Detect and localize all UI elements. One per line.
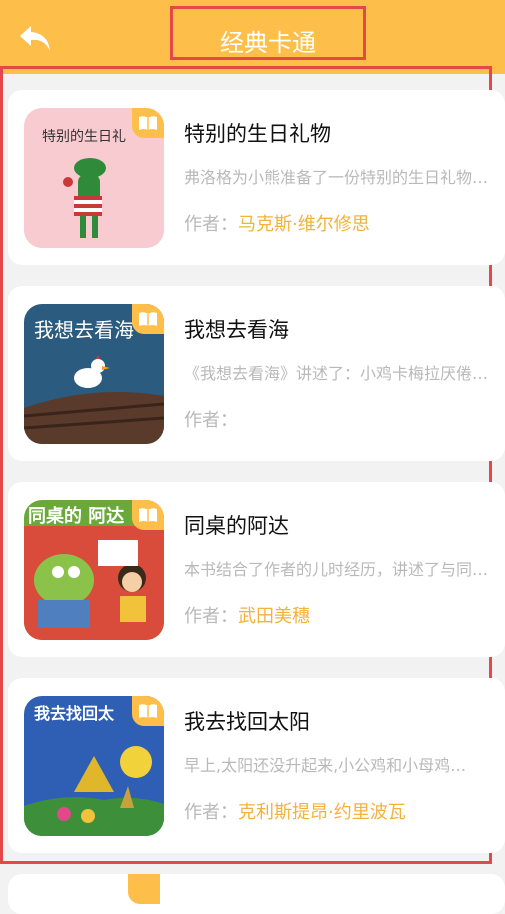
book-badge — [132, 108, 164, 138]
book-cover: 同桌的 阿达 — [24, 500, 164, 640]
book-title: 我去找回太阳 — [184, 710, 310, 734]
page-title: 经典卡通 — [220, 29, 316, 57]
book-cover: 特别的生日礼 — [24, 108, 164, 248]
book-badge — [132, 304, 164, 334]
book-badge — [132, 500, 164, 530]
book-description: 弗洛格为小熊准备了一份特别的生日礼物… — [184, 168, 489, 187]
book-author: 作者：克利斯提昂·约里波瓦 — [184, 798, 406, 824]
page-title-highlight: 经典卡通 — [170, 6, 366, 60]
top-bar: 经典卡通 — [0, 0, 505, 74]
book-card[interactable]: 我想去看海 我想去看海 《我想去看海》讲述了：小鸡卡梅拉厌倦了… 作者： — [8, 286, 505, 461]
book-card[interactable] — [8, 874, 505, 914]
book-card[interactable]: 同桌的 阿达 同桌的阿达 本书结合了作者的儿时经历，讲述了与同桌… 作者：武田美… — [8, 482, 505, 657]
book-author: 作者：马克斯·维尔修思 — [184, 210, 370, 236]
author-name: 克利斯提昂·约里波瓦 — [238, 802, 406, 823]
book-title: 我想去看海 — [184, 318, 289, 342]
book-description: 本书结合了作者的儿时经历，讲述了与同桌… — [184, 560, 494, 579]
author-label: 作者： — [184, 802, 238, 823]
author-label: 作者： — [184, 410, 238, 431]
book-card[interactable]: 我去找回太 我去找回太阳 早上,太阳还没升起来,小公鸡和小母鸡… 作者：克利斯提… — [8, 678, 505, 853]
author-label: 作者： — [184, 214, 238, 235]
book-title: 特别的生日礼物 — [184, 122, 331, 146]
book-icon — [139, 312, 157, 326]
author-name: 马克斯·维尔修思 — [238, 214, 370, 235]
book-card[interactable]: 特别的生日礼 特别的生日礼物 弗洛格为小熊准备了一份特别的生日礼物… 作者：马克… — [8, 90, 505, 265]
book-description: 《我想去看海》讲述了：小鸡卡梅拉厌倦了… — [184, 364, 494, 383]
book-author: 作者： — [184, 406, 238, 432]
book-cover: 我想去看海 — [24, 304, 164, 444]
book-icon — [139, 508, 157, 522]
book-badge — [132, 696, 164, 726]
back-arrow-icon[interactable] — [18, 24, 52, 54]
book-author: 作者：武田美穗 — [184, 602, 310, 628]
book-cover: 我去找回太 — [24, 696, 164, 836]
book-icon — [139, 704, 157, 718]
book-icon — [139, 116, 157, 130]
book-badge — [128, 874, 160, 904]
book-description: 早上,太阳还没升起来,小公鸡和小母鸡… — [184, 756, 467, 775]
book-title: 同桌的阿达 — [184, 514, 289, 538]
author-label: 作者： — [184, 606, 238, 627]
author-name: 武田美穗 — [238, 606, 310, 627]
